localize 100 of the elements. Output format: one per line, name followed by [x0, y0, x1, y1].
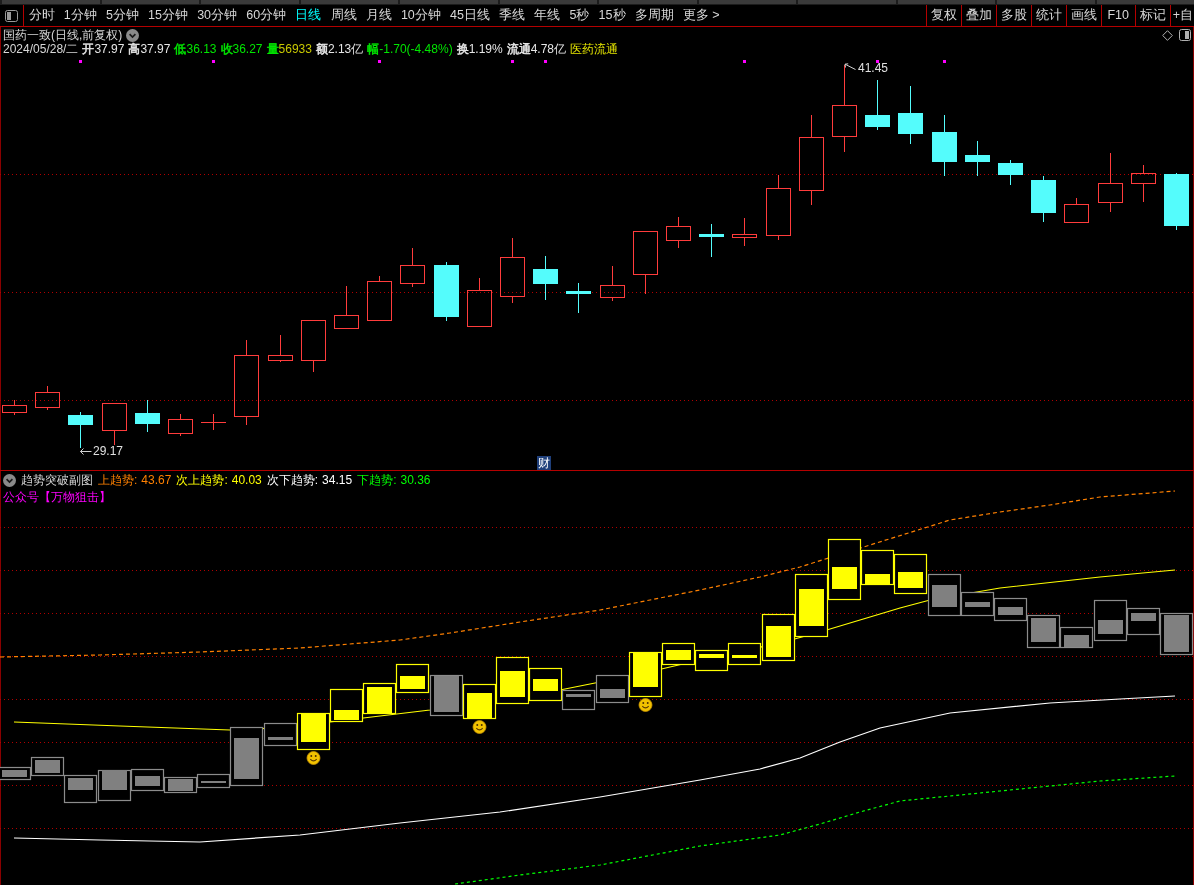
candlestick	[135, 399, 160, 433]
stat-value: 4.78亿	[530, 42, 567, 56]
tool-button[interactable]: 多股	[995, 5, 1031, 26]
candlestick	[301, 320, 326, 373]
candlestick	[367, 275, 392, 321]
candlestick	[434, 261, 459, 322]
indicator-bar	[163, 776, 198, 794]
period-tab[interactable]: 15秒	[594, 5, 631, 26]
candlestick	[1031, 175, 1056, 223]
indicator-bar	[362, 682, 397, 715]
stat-value: -1.70(-4.48%)	[379, 42, 453, 56]
chevron-down-icon[interactable]	[126, 28, 140, 42]
candlestick	[699, 223, 724, 258]
chevron-down-icon[interactable]	[3, 473, 16, 487]
indicator-bar	[495, 656, 530, 705]
tool-button[interactable]: 统计	[1030, 5, 1066, 26]
indicator-value: 30.36	[400, 473, 431, 487]
period-tab[interactable]: 45日线	[445, 5, 495, 26]
diamond-icon[interactable]	[1162, 29, 1173, 41]
candlestick	[566, 282, 591, 314]
period-tab[interactable]: 5秒	[564, 5, 594, 26]
indicator-bar	[130, 768, 165, 792]
stat-label: 流通	[506, 42, 531, 56]
period-tab[interactable]: 分时	[24, 5, 60, 26]
candlestick	[500, 237, 525, 304]
candlestick	[600, 265, 625, 302]
indicator-bar	[0, 766, 32, 781]
stat-value: 36.27	[232, 42, 263, 56]
sidebar-icon[interactable]	[5, 9, 18, 22]
period-tab[interactable]: 周线	[325, 5, 362, 26]
stat-label: 额	[315, 42, 328, 56]
smiley-icon	[306, 751, 321, 765]
candlestick	[168, 413, 193, 437]
indicator-value: 34.15	[322, 473, 353, 487]
period-tab[interactable]: 月线	[361, 5, 397, 26]
tool-button[interactable]: 叠加	[960, 5, 996, 26]
candlestick	[201, 413, 226, 431]
candlestick	[1098, 152, 1123, 213]
indicator-bar	[97, 769, 132, 802]
period-tab[interactable]: 季线	[494, 5, 530, 26]
indicator-label: 次下趋势:	[266, 473, 319, 487]
stat-label: 幅	[367, 42, 380, 56]
candlestick	[666, 216, 691, 249]
indicator-bar	[993, 597, 1028, 622]
high-price-label: 41.45	[858, 62, 889, 75]
indicator-bar	[462, 683, 497, 720]
stat-label: 收	[220, 42, 233, 56]
arrow-icon	[80, 448, 92, 455]
indicator-bar	[429, 674, 464, 717]
indicator-bar	[63, 774, 98, 804]
tool-button[interactable]: 画线	[1065, 5, 1101, 26]
stat-value: 56933	[278, 42, 312, 56]
candlestick	[400, 247, 425, 288]
finance-marker[interactable]: 财	[537, 456, 551, 470]
panel-icon[interactable]	[1179, 29, 1191, 41]
candlestick	[268, 334, 293, 363]
indicator-label: 次上趋势:	[176, 473, 228, 487]
candlestick	[102, 403, 127, 446]
candlestick	[1064, 197, 1089, 223]
candlestick	[732, 217, 757, 247]
candlestick	[35, 385, 60, 411]
period-tab[interactable]: 15分钟	[143, 5, 193, 26]
period-tab[interactable]: 年线	[529, 5, 565, 26]
period-tab[interactable]: 1分钟	[59, 5, 102, 26]
tool-button[interactable]: F10	[1100, 5, 1135, 26]
tool-button[interactable]: 复权	[925, 5, 961, 26]
period-tab[interactable]: 多周期	[630, 5, 679, 26]
date-text: 2024/05/28/二	[3, 42, 79, 56]
tool-button[interactable]: 标记	[1134, 5, 1170, 26]
candlestick	[965, 140, 990, 177]
candlestick	[865, 79, 890, 131]
low-price-label: 29.17	[93, 445, 124, 458]
candlestick	[467, 277, 492, 327]
stat-value: 37.97	[94, 42, 125, 56]
indicator-bar	[395, 663, 430, 694]
stat-value: 37.97	[140, 42, 171, 56]
more-menu[interactable]: 更多 >	[678, 5, 725, 26]
candlestick	[766, 174, 791, 241]
period-tab[interactable]: 5分钟	[101, 5, 144, 26]
tool-button[interactable]: +自	[1169, 5, 1194, 26]
stat-label: 开	[82, 42, 95, 56]
stat-value: 36.13	[186, 42, 217, 56]
candlestick	[1131, 164, 1156, 203]
indicator-bar	[694, 649, 729, 672]
period-tab[interactable]: 30分钟	[192, 5, 242, 26]
period-tab[interactable]: 60分钟	[241, 5, 291, 26]
indicator-bar	[893, 553, 928, 595]
stat-label: 量	[266, 42, 279, 56]
period-tab[interactable]: 日线	[290, 5, 326, 26]
indicator-value: 40.03	[231, 473, 262, 487]
period-tab[interactable]: 10分钟	[396, 5, 446, 26]
indicator-label: 下趋势:	[357, 473, 397, 487]
indicator-bar	[30, 756, 65, 777]
chart-title: 国药一致(日线,前复权)	[3, 28, 123, 42]
stat-label: 换	[456, 42, 469, 56]
candlestick	[1164, 172, 1189, 231]
stat-value: 1.19%	[468, 42, 503, 56]
candlestick	[633, 231, 658, 295]
candlestick	[2, 399, 27, 416]
stat-value: 2.13亿	[327, 42, 364, 56]
